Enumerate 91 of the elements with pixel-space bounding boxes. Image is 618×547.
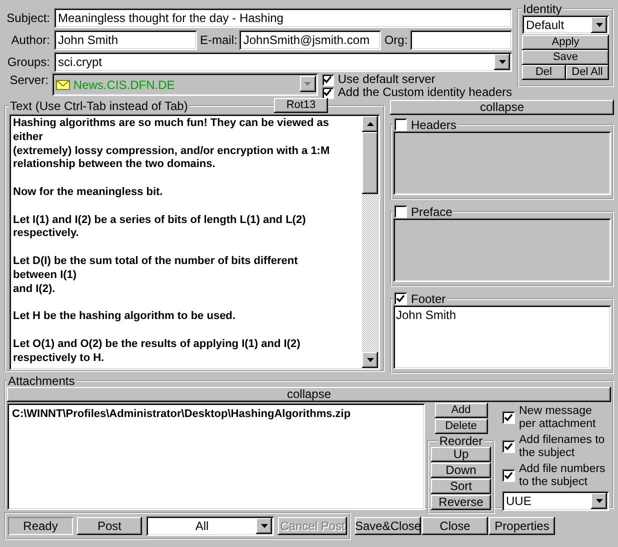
body-text-line: respectively. (13, 227, 80, 242)
group-title: Preface (411, 206, 452, 218)
down-arrow-icon (366, 358, 374, 362)
attachment-list[interactable]: C:\WINNT\Profiles\Administrator\Desktop\HashingAlgorithms.zip (7, 403, 425, 510)
identity-dropdown[interactable]: Default (522, 15, 609, 34)
action-button[interactable]: Save&Close (355, 517, 421, 535)
group-title: Reorder (439, 435, 483, 447)
checkbox[interactable] (394, 118, 407, 131)
scroll-up-button[interactable] (362, 116, 378, 132)
checkbox[interactable] (502, 469, 515, 482)
group-title: Identity (523, 3, 562, 15)
action-button[interactable]: Close (422, 517, 488, 535)
identity-button[interactable]: Apply (522, 35, 609, 50)
envelope-icon (56, 80, 70, 90)
author-field[interactable]: John Smith (54, 30, 197, 50)
group-title: Text (Use Ctrl-Tab instead of Tab) (10, 100, 188, 112)
checkbox-label: New message per attachment (519, 404, 597, 430)
dropdown-button[interactable] (256, 518, 272, 534)
body-text-line: Let H be the hashing algorithm to be used. (13, 310, 236, 324)
scrollbar[interactable] (362, 116, 378, 368)
section-text-field[interactable]: John Smith (393, 305, 611, 369)
field-label: Subject: (6, 10, 50, 24)
body-text-line: Now for the meaningless bit. (13, 186, 164, 200)
org-field[interactable] (410, 30, 512, 50)
checkmark-icon (396, 294, 405, 303)
post-button[interactable]: Post (77, 517, 142, 535)
group-title: Footer (411, 292, 446, 304)
checkbox[interactable] (322, 86, 334, 98)
checkmark-icon (504, 471, 513, 480)
attachment-button[interactable]: Add (434, 403, 488, 418)
email-field[interactable]: JohnSmith@jsmith.com (239, 30, 382, 50)
caret-icon (304, 82, 312, 86)
section-text: John Smith (396, 308, 458, 322)
field-label: Groups: (6, 54, 50, 68)
dropdown-button[interactable] (494, 54, 510, 70)
checkbox-label: Use default server (338, 73, 436, 86)
collapse-button[interactable]: collapse (7, 387, 611, 402)
scroll-thumb[interactable] (362, 132, 378, 194)
body-text-line: respectively to H. (13, 352, 106, 366)
scroll-down-button[interactable] (362, 352, 378, 368)
body-text-line: either (13, 130, 44, 145)
up-arrow-icon (366, 122, 374, 126)
reorder-button[interactable]: Up (431, 447, 491, 462)
identity-delete-all-button[interactable]: Del All (566, 65, 609, 80)
checkmark-icon (504, 442, 513, 451)
section-text-field[interactable] (393, 218, 611, 282)
checkbox[interactable] (394, 292, 407, 305)
body-text-line: (extremely) lossy compression, and/or encryption with a 1:M (13, 144, 331, 158)
dropdown-button[interactable] (591, 493, 607, 509)
checkbox[interactable] (322, 74, 334, 86)
checkbox-label: Add filenames to the subject (519, 434, 606, 460)
caret-icon (596, 23, 602, 27)
body-text-line: and I(2). (13, 282, 56, 296)
rot13-button[interactable]: Rot13 (274, 98, 328, 113)
identity-delete-button[interactable]: Del (522, 65, 566, 80)
checkmark-icon (504, 413, 513, 422)
attachment-item[interactable]: C:\WINNT\Profiles\Administrator\Desktop\HashingAlgorithms.zip (12, 408, 420, 420)
field-label: Server: (8, 73, 48, 87)
body-text-line: between I(1) (13, 268, 78, 283)
identity-button[interactable]: Save (522, 50, 609, 65)
body-text-line: Let I(1) and I(2) be a series of bits of length L(1) and L(2) (13, 214, 307, 228)
filter-dropdown[interactable]: All (146, 516, 274, 536)
dropdown-button[interactable] (591, 17, 607, 33)
group-title: Attachments (8, 375, 75, 387)
body-text-line: relationship between the two domains. (13, 158, 216, 172)
caret-icon (498, 60, 506, 64)
checkbox[interactable] (502, 440, 515, 453)
collapse-button[interactable]: collapse (390, 100, 614, 115)
status-text: Ready (8, 517, 73, 535)
reorder-button[interactable]: Sort (431, 479, 491, 494)
group-title: Headers (411, 118, 456, 130)
caret-icon (260, 524, 268, 528)
checkbox[interactable] (394, 205, 407, 218)
encoding-dropdown[interactable]: UUE (502, 491, 609, 511)
checkbox-label: Add file numbers to the subject (519, 462, 606, 488)
body-text-line: Let D(I) be the sum total of the number of bits different (13, 254, 299, 269)
reorder-button[interactable]: Reverse (431, 495, 491, 510)
reorder-button[interactable]: Down (431, 463, 491, 478)
subject-field[interactable]: Meaningless thought for the day - Hashing (54, 8, 512, 28)
checkbox[interactable] (502, 411, 515, 424)
field-label: E-mail: (200, 32, 238, 46)
caret-icon (596, 499, 602, 503)
field-label: Org: (384, 32, 408, 46)
section-text-field[interactable] (393, 131, 611, 195)
field-label: Author: (10, 32, 50, 46)
groups-dropdown[interactable]: sci.crypt (54, 52, 512, 72)
attachment-button[interactable]: Delete (434, 419, 488, 434)
checkbox-label: Add the Custom identity headers (338, 86, 512, 99)
action-button[interactable]: Properties (489, 517, 555, 535)
body-text-line: Hashing algorithms are so much fun! They can be viewed as (13, 117, 330, 131)
body-text-line: Let O(1) and O(2) be the results of applying I(1) and I(2) (13, 338, 302, 352)
